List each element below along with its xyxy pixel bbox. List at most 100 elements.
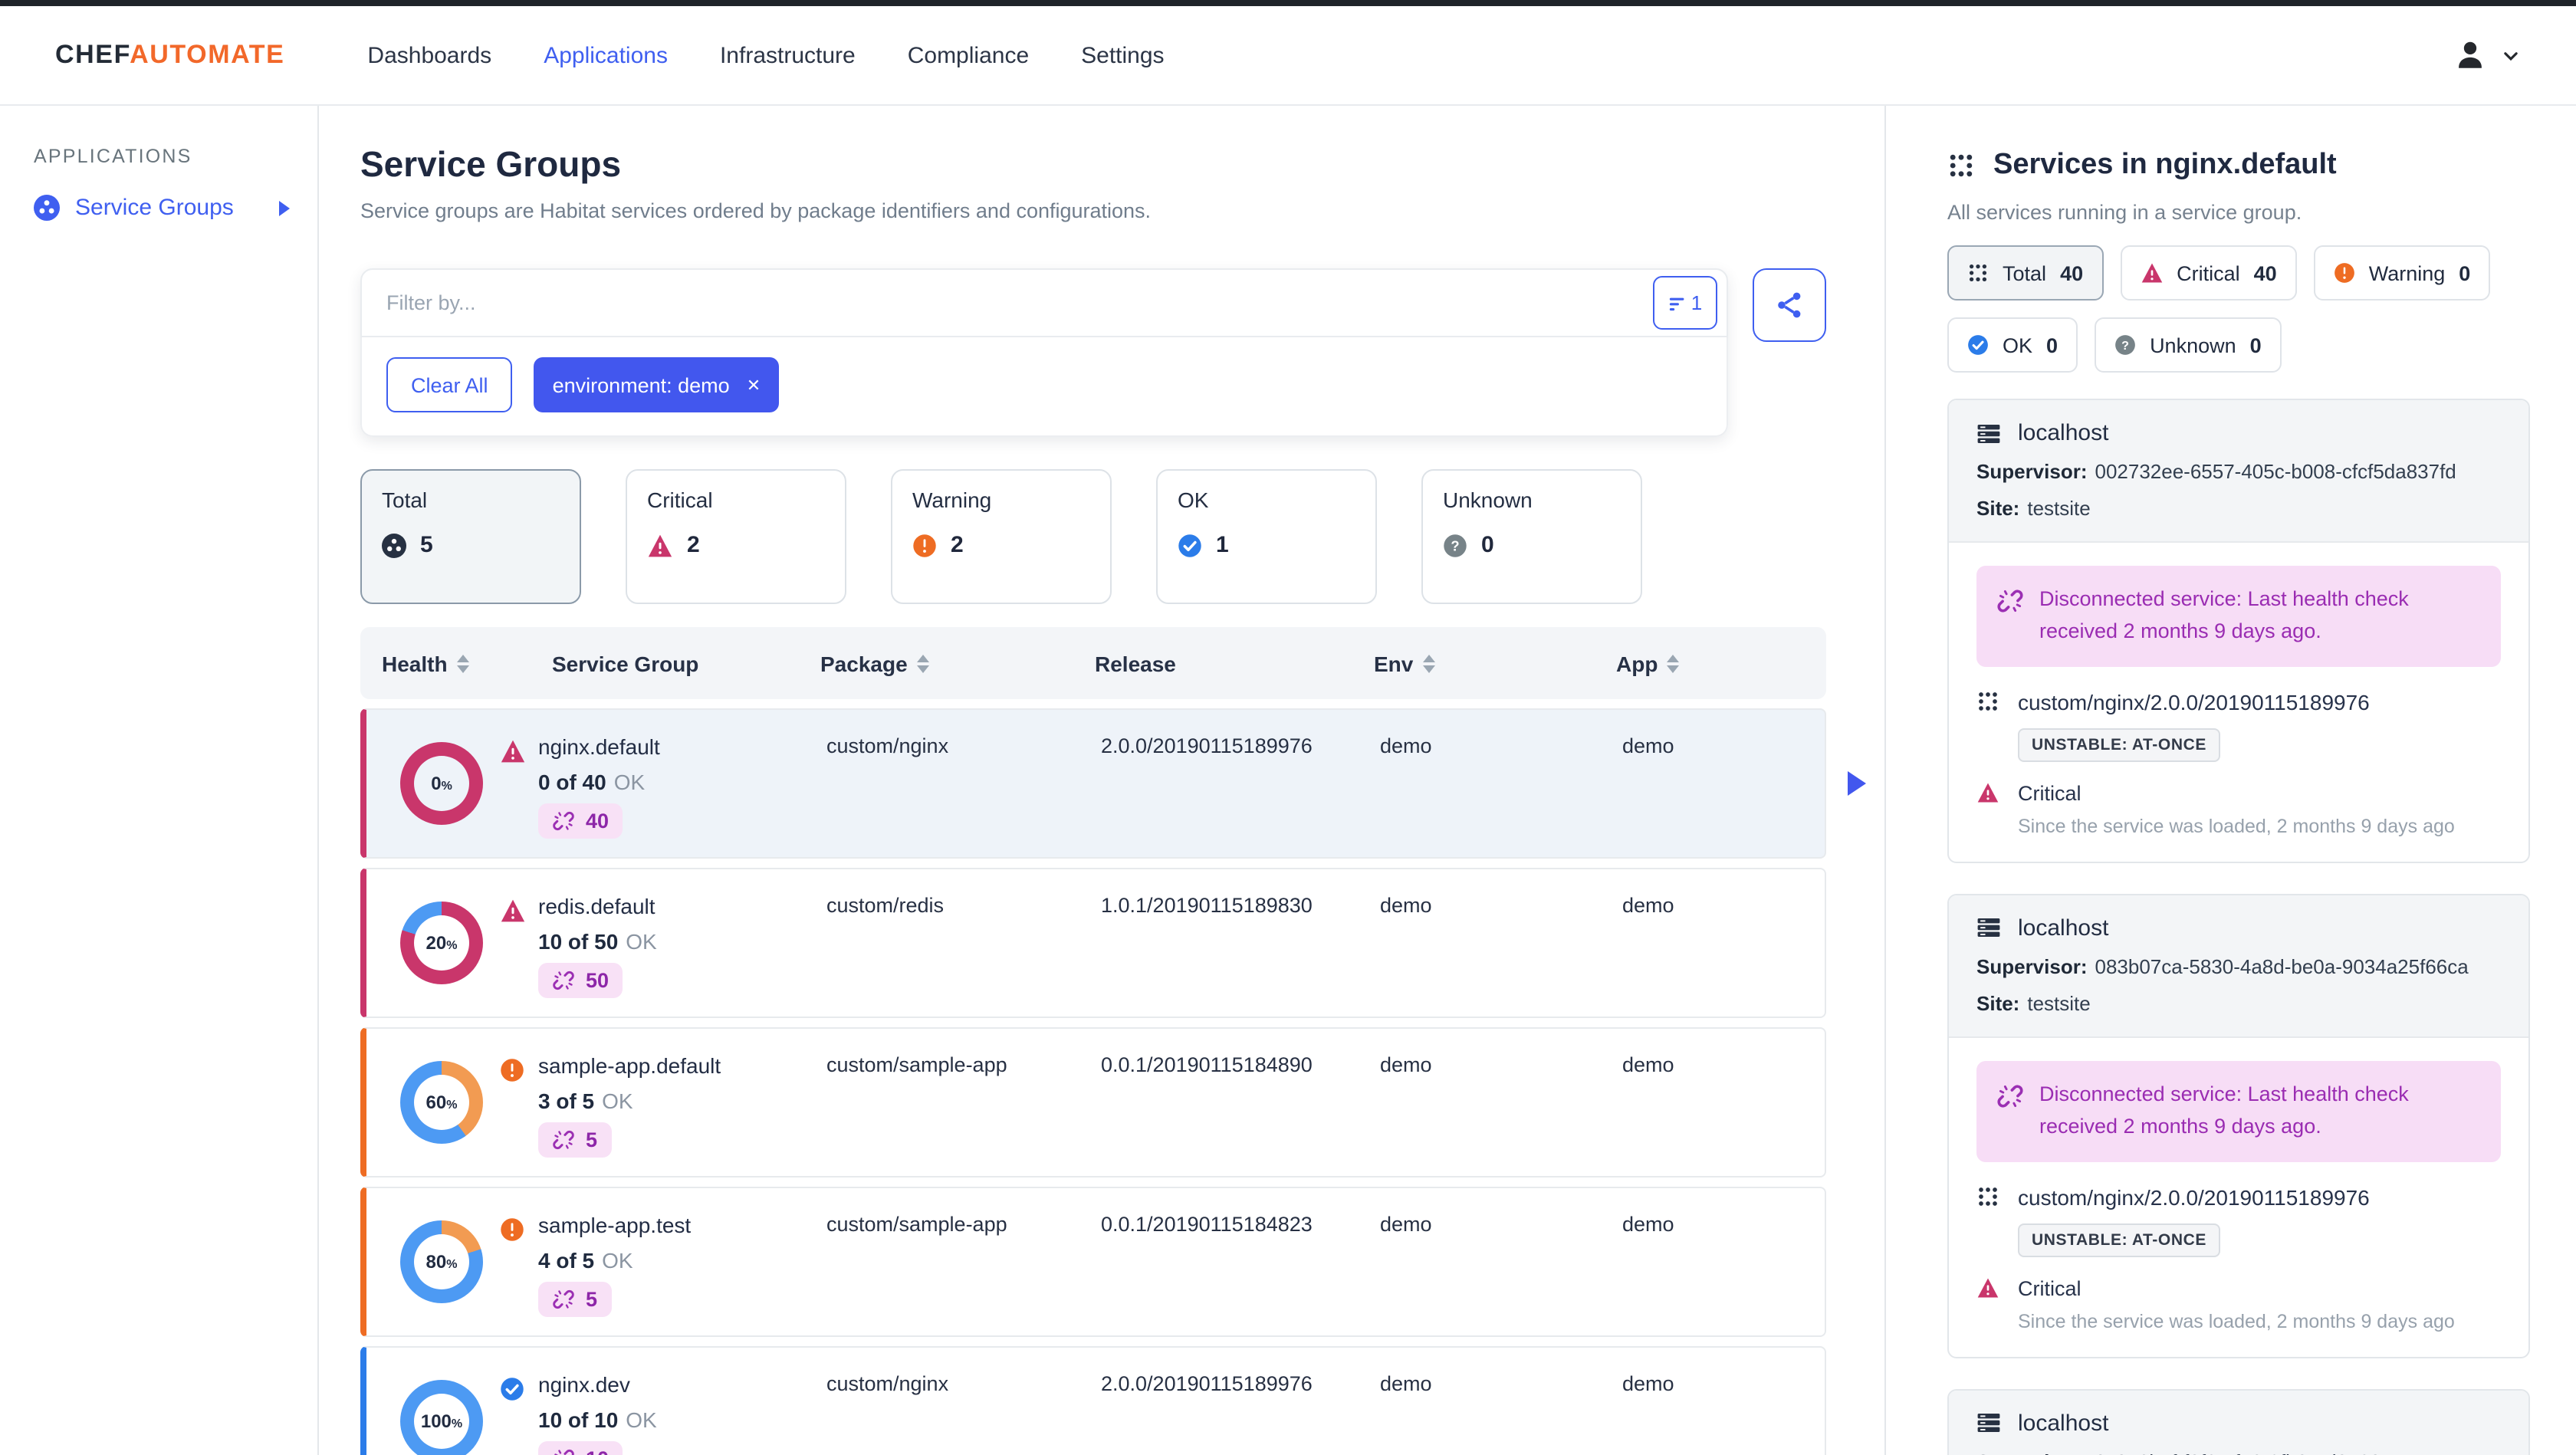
service-group-name: redis.default — [538, 894, 656, 918]
nav-applications[interactable]: Applications — [544, 42, 668, 68]
disconnected-badge: 5 — [538, 1282, 612, 1317]
badge-unknown[interactable]: ? Unknown 0 — [2095, 317, 2282, 373]
cell-package: custom/redis — [826, 894, 945, 917]
service-group-name: nginx.dev — [538, 1372, 630, 1397]
filter-input[interactable]: Filter by... 1 — [360, 268, 1728, 337]
critical-icon — [500, 898, 526, 923]
column-env[interactable]: Env — [1374, 627, 1435, 699]
nav-dashboards[interactable]: Dashboards — [367, 42, 491, 68]
nav-settings[interactable]: Settings — [1081, 42, 1164, 68]
sort-icon[interactable] — [456, 654, 469, 672]
svg-text:?: ? — [1451, 537, 1459, 553]
critical-icon — [647, 533, 673, 557]
column-app[interactable]: App — [1616, 627, 1680, 699]
cell-env: demo — [1380, 894, 1432, 917]
since-loaded-text: Since the service was loaded, 2 months 9… — [2018, 815, 2455, 837]
badge-critical[interactable]: Critical 40 — [2120, 245, 2297, 301]
badge-warning[interactable]: Warning 0 — [2313, 245, 2491, 301]
tile-total[interactable]: Total 5 — [360, 469, 581, 604]
sort-icon[interactable] — [916, 654, 929, 672]
badge-total[interactable]: Total 40 — [1947, 245, 2104, 301]
sidebar: APPLICATIONS Service Groups — [0, 106, 319, 1455]
tile-ok[interactable]: OK 1 — [1156, 469, 1377, 604]
sidebar-expand-icon[interactable] — [279, 200, 290, 215]
cell-package: custom/nginx — [826, 1372, 949, 1395]
filter-count: 1 — [1691, 291, 1703, 314]
cell-release: 0.0.1/20190115184890 — [1101, 1053, 1313, 1076]
health-donut: 100% — [400, 1380, 483, 1455]
sidebar-item-label: Service Groups — [75, 195, 234, 221]
filter-icon — [1668, 292, 1688, 314]
table-row-sample-app-test[interactable]: 80% sample-app.test 4 of 5 OK 5 custom/sa… — [360, 1187, 1826, 1337]
nav-compliance[interactable]: Compliance — [908, 42, 1029, 68]
sidebar-item-service-groups[interactable]: Service Groups — [34, 195, 317, 221]
service-group-name: sample-app.test — [538, 1213, 692, 1237]
site-name: testsite — [2027, 991, 2091, 1015]
chef-automate-logo[interactable]: CHEFAUTOMATE — [55, 40, 284, 71]
cell-app: demo — [1622, 1372, 1674, 1395]
health-label: Critical — [2018, 781, 2082, 805]
disconnected-badge: 40 — [538, 803, 623, 839]
critical-icon — [1976, 1277, 1999, 1299]
clear-all-button[interactable]: Clear All — [386, 357, 513, 412]
cell-package: custom/sample-app — [826, 1053, 1007, 1076]
top-strip — [0, 0, 2576, 6]
user-menu[interactable] — [2452, 37, 2521, 74]
package-id: custom/nginx/2.0.0/20190115189976 — [2018, 689, 2370, 714]
share-button[interactable] — [1753, 268, 1826, 342]
warning-icon — [2334, 262, 2355, 284]
critical-icon — [2140, 262, 2163, 284]
since-loaded-text: Since the service was loaded, 2 months 9… — [2018, 1310, 2455, 1332]
filter-toggle-button[interactable]: 1 — [1653, 276, 1717, 330]
cell-package: custom/nginx — [826, 734, 949, 757]
nav-infrastructure[interactable]: Infrastructure — [720, 42, 856, 68]
service-groups-icon — [34, 195, 60, 221]
badge-ok[interactable]: OK 0 — [1947, 317, 2078, 373]
tile-warning[interactable]: Warning 2 — [891, 469, 1112, 604]
sort-icon[interactable] — [1667, 654, 1680, 672]
service-card-body: Disconnected service: Last health check … — [1949, 1038, 2528, 1357]
ok-icon — [500, 1377, 524, 1401]
filter-chip-environment-demo[interactable]: environment: demo ✕ — [534, 357, 780, 412]
panel-title: Services in nginx.default — [1993, 149, 2337, 181]
package-id: custom/nginx/2.0.0/20190115189976 — [2018, 1184, 2370, 1210]
top-navigation: CHEFAUTOMATE Dashboards Applications Inf… — [0, 6, 2576, 106]
broken-link-icon — [552, 1288, 575, 1311]
sort-icon[interactable] — [1422, 654, 1435, 672]
broken-link-icon — [552, 1128, 575, 1151]
column-package[interactable]: Package — [820, 627, 929, 699]
table-row-nginx-dev[interactable]: 100% nginx.dev 10 of 10OK 10 custom/ngin… — [360, 1346, 1826, 1455]
column-release[interactable]: Release — [1095, 627, 1176, 699]
sidebar-heading: APPLICATIONS — [34, 146, 192, 167]
tile-count: 5 — [420, 532, 433, 558]
tile-label: Warning — [912, 488, 992, 512]
brand-automate: AUTOMATE — [130, 40, 285, 69]
column-service-group[interactable]: Service Group — [552, 627, 698, 699]
service-cards: localhost Supervisor: 002732ee-6557-405c-… — [1947, 399, 2530, 1455]
table-header: Health Service Group Package Release Env… — [360, 627, 1826, 699]
update-strategy-badge: UNSTABLE: AT-ONCE — [2018, 728, 2220, 762]
server-icon — [1976, 1411, 2001, 1435]
supervisor-id: 0c0a6b1f-f9f2-4fe6-8fb0-ad05207ace47 — [2095, 1450, 2446, 1455]
table-row-nginx-default[interactable]: 0% nginx.default 0 of 40 OK 40 custom/ngi… — [360, 708, 1866, 859]
package-icon — [1976, 691, 1999, 714]
services-icon — [1947, 152, 1975, 179]
selected-row-arrow-icon — [1848, 771, 1866, 796]
svg-text:?: ? — [2121, 339, 2129, 353]
nav-links: Dashboards Applications Infrastructure C… — [367, 42, 1164, 68]
broken-link-icon — [552, 810, 575, 833]
table-row-redis-default[interactable]: 20% redis.default 10 of 50 OK 50 custom/r… — [360, 868, 1826, 1018]
service-group-name: nginx.default — [538, 734, 660, 759]
tile-critical[interactable]: Critical 2 — [626, 469, 846, 604]
table-row-sample-app-default[interactable]: 60% sample-app.default 3 of 5 OK 5 custom… — [360, 1027, 1826, 1177]
cell-app: demo — [1622, 734, 1674, 757]
chip-close-icon[interactable]: ✕ — [747, 375, 761, 395]
cell-app: demo — [1622, 894, 1674, 917]
tile-count: 0 — [1481, 532, 1494, 558]
service-group-name: sample-app.default — [538, 1053, 721, 1078]
tile-unknown[interactable]: Unknown ? 0 — [1421, 469, 1642, 604]
unknown-icon: ? — [1443, 533, 1467, 557]
column-health[interactable]: Health — [382, 627, 469, 699]
unknown-icon: ? — [2114, 334, 2136, 356]
app-window: CHEFAUTOMATE Dashboards Applications Inf… — [0, 0, 2576, 1455]
